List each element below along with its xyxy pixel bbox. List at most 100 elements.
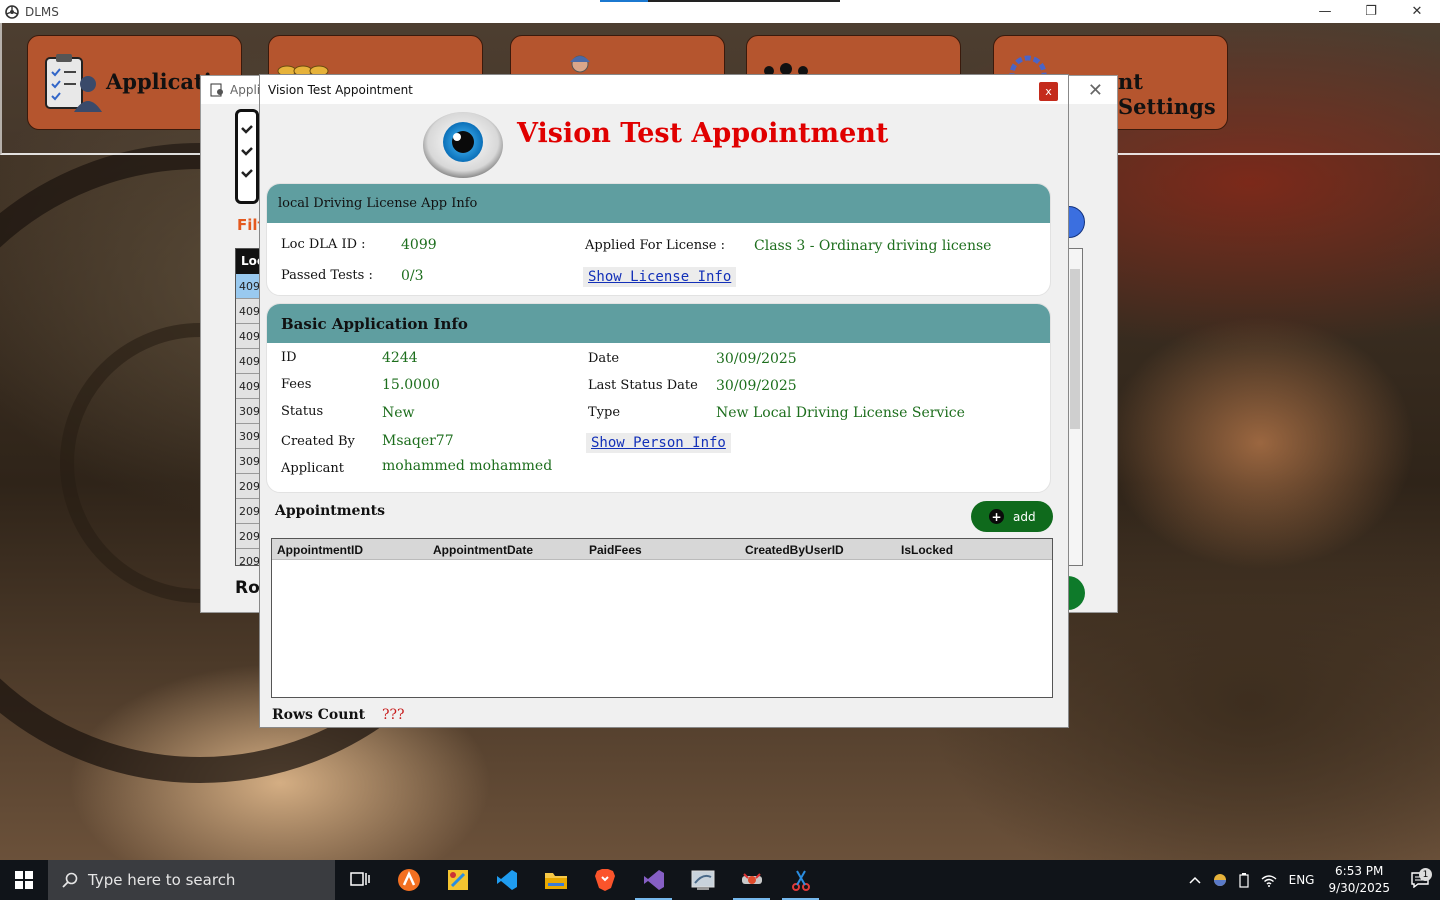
rows-count-label: Rows Count (272, 707, 366, 723)
add-button-label: add (1013, 509, 1036, 524)
appointments-grid[interactable]: AppointmentID AppointmentDate PaidFees C… (271, 538, 1053, 698)
column-header-is-locked[interactable]: IsLocked (896, 539, 1052, 559)
dlms-app-icon (741, 873, 762, 884)
notification-badge: 1 (1419, 868, 1432, 881)
loc-dla-id-label: Loc DLA ID : (281, 237, 366, 252)
table-row[interactable]: 3095 (236, 424, 260, 449)
taskbar-app-sql[interactable] (678, 860, 727, 900)
table-row[interactable]: 4095 (236, 349, 260, 374)
rows-label: Ro (235, 578, 260, 598)
column-header-created-by-user-id[interactable]: CreatedByUserID (740, 539, 896, 559)
date-value: 30/09/2025 (716, 351, 797, 367)
applied-for-license-label: Applied For License : (585, 238, 725, 253)
checklist-icon (235, 109, 259, 204)
show-license-info-button[interactable]: Show License Info (583, 267, 737, 287)
type-label: Type (588, 405, 621, 420)
taskbar-app-snip[interactable] (776, 860, 825, 900)
passed-tests-label: Passed Tests : (281, 268, 373, 283)
taskbar-app-brave[interactable] (580, 860, 629, 900)
wifi-icon[interactable] (1261, 873, 1277, 887)
rows-count-value: ??? (382, 707, 405, 723)
eye-icon (423, 112, 503, 178)
dialog-header: Vision Test Appointment (260, 104, 1070, 182)
table-row[interactable]: 4094 (236, 374, 260, 399)
table-row[interactable]: 2091 (236, 549, 260, 565)
dialog-titlebar: Vision Test Appointment (260, 75, 1068, 104)
fees-value: 15.0000 (382, 377, 440, 393)
title-accent-bar (600, 0, 840, 2)
column-header-appointment-date[interactable]: AppointmentDate (428, 539, 584, 559)
show-person-info-button[interactable]: Show Person Info (586, 433, 731, 453)
task-view-icon (349, 872, 370, 886)
license-app-info-panel: local Driving License App Info Loc DLA I… (266, 183, 1051, 296)
taskbar-app-vscode[interactable] (482, 860, 531, 900)
table-row[interactable]: 4097 (236, 324, 260, 349)
clock-date: 9/30/2025 (1328, 881, 1390, 895)
menu-tile-settings-label: nt Settings (1118, 69, 1216, 119)
close-button[interactable]: ✕ (1394, 0, 1440, 23)
applicant-label: Applicant (281, 461, 344, 476)
clock-time: 6:53 PM (1335, 864, 1384, 878)
applications-window-title: Appli (230, 83, 261, 97)
fees-label: Fees (281, 377, 312, 392)
created-by-label: Created By (281, 434, 355, 449)
applications-window-close-button[interactable]: ✕ (1088, 80, 1103, 101)
column-header-paid-fees[interactable]: PaidFees (584, 539, 740, 559)
battery-icon[interactable] (1239, 872, 1249, 888)
id-label: ID (281, 350, 297, 365)
applicant-value: mohammed mohammed (382, 458, 553, 474)
minimize-button[interactable]: — (1302, 0, 1348, 23)
brave-browser-icon (594, 869, 615, 891)
task-view-button[interactable] (335, 860, 384, 900)
table-row[interactable]: 3094 (236, 449, 260, 474)
taskbar: Type here to search ENG 6:53 PM 9/30/202… (0, 860, 1440, 900)
dialog-title: Vision Test Appointment (268, 82, 413, 97)
column-header-appointment-id[interactable]: AppointmentID (272, 539, 428, 559)
taskbar-app-sketch[interactable] (433, 860, 482, 900)
grid-scrollbar[interactable] (1067, 248, 1083, 566)
clipboard-user-icon (45, 54, 102, 112)
table-row[interactable]: 4099 (236, 274, 260, 299)
basic-application-info-panel: Basic Application Info ID 4244 Fees 15.0… (266, 303, 1051, 493)
taskbar-app-visual-studio[interactable] (629, 860, 678, 900)
folder-icon (544, 873, 567, 889)
table-row[interactable]: 4098 (236, 299, 260, 324)
avast-icon (397, 869, 420, 891)
last-status-date-label: Last Status Date (588, 378, 698, 393)
visual-studio-icon (643, 870, 664, 890)
grid-column-header[interactable]: Loc (236, 249, 260, 274)
table-row[interactable]: 2094 (236, 499, 260, 524)
dialog-close-button[interactable]: x (1039, 82, 1058, 101)
created-by-value: Msaqer77 (382, 433, 454, 449)
status-label: Status (281, 404, 324, 419)
taskbar-search-box[interactable]: Type here to search (48, 860, 335, 900)
notification-center-button[interactable]: 1 (1400, 868, 1440, 888)
vision-test-appointment-dialog: Vision Test Appointment x Vision Test Ap… (259, 74, 1069, 728)
app-logo-icon (5, 4, 19, 19)
table-row[interactable]: 3096 (236, 399, 260, 424)
taskbar-app-orange[interactable] (384, 860, 433, 900)
main-window-title: DLMS (25, 4, 59, 19)
taskbar-app-dlms[interactable] (727, 860, 776, 900)
main-window-titlebar: DLMS — ❐ ✕ (0, 0, 1440, 23)
plus-icon: + (989, 509, 1004, 524)
search-placeholder: Type here to search (88, 871, 236, 889)
applications-grid[interactable]: Loc 4099 4098 4097 4095 4094 3096 3095 3… (235, 248, 261, 566)
language-indicator[interactable]: ENG (1289, 873, 1315, 887)
start-button[interactable] (0, 860, 48, 900)
maximize-button[interactable]: ❐ (1348, 0, 1394, 23)
tray-app-icon[interactable] (1213, 873, 1227, 887)
vscode-icon (496, 870, 517, 890)
license-app-info-header: local Driving License App Info (267, 184, 1050, 223)
taskbar-clock[interactable]: 6:53 PM 9/30/2025 (1328, 863, 1390, 897)
tray-overflow-icon[interactable] (1189, 876, 1201, 884)
id-value: 4244 (382, 350, 418, 366)
passed-tests-value: 0/3 (401, 268, 424, 284)
basic-application-info-header: Basic Application Info (267, 304, 1050, 343)
taskbar-app-explorer[interactable] (531, 860, 580, 900)
last-status-date-value: 30/09/2025 (716, 378, 797, 394)
table-row[interactable]: 2093 (236, 524, 260, 549)
table-row[interactable]: 2095 (236, 474, 260, 499)
add-appointment-button[interactable]: + add (971, 501, 1053, 532)
date-label: Date (588, 351, 620, 366)
